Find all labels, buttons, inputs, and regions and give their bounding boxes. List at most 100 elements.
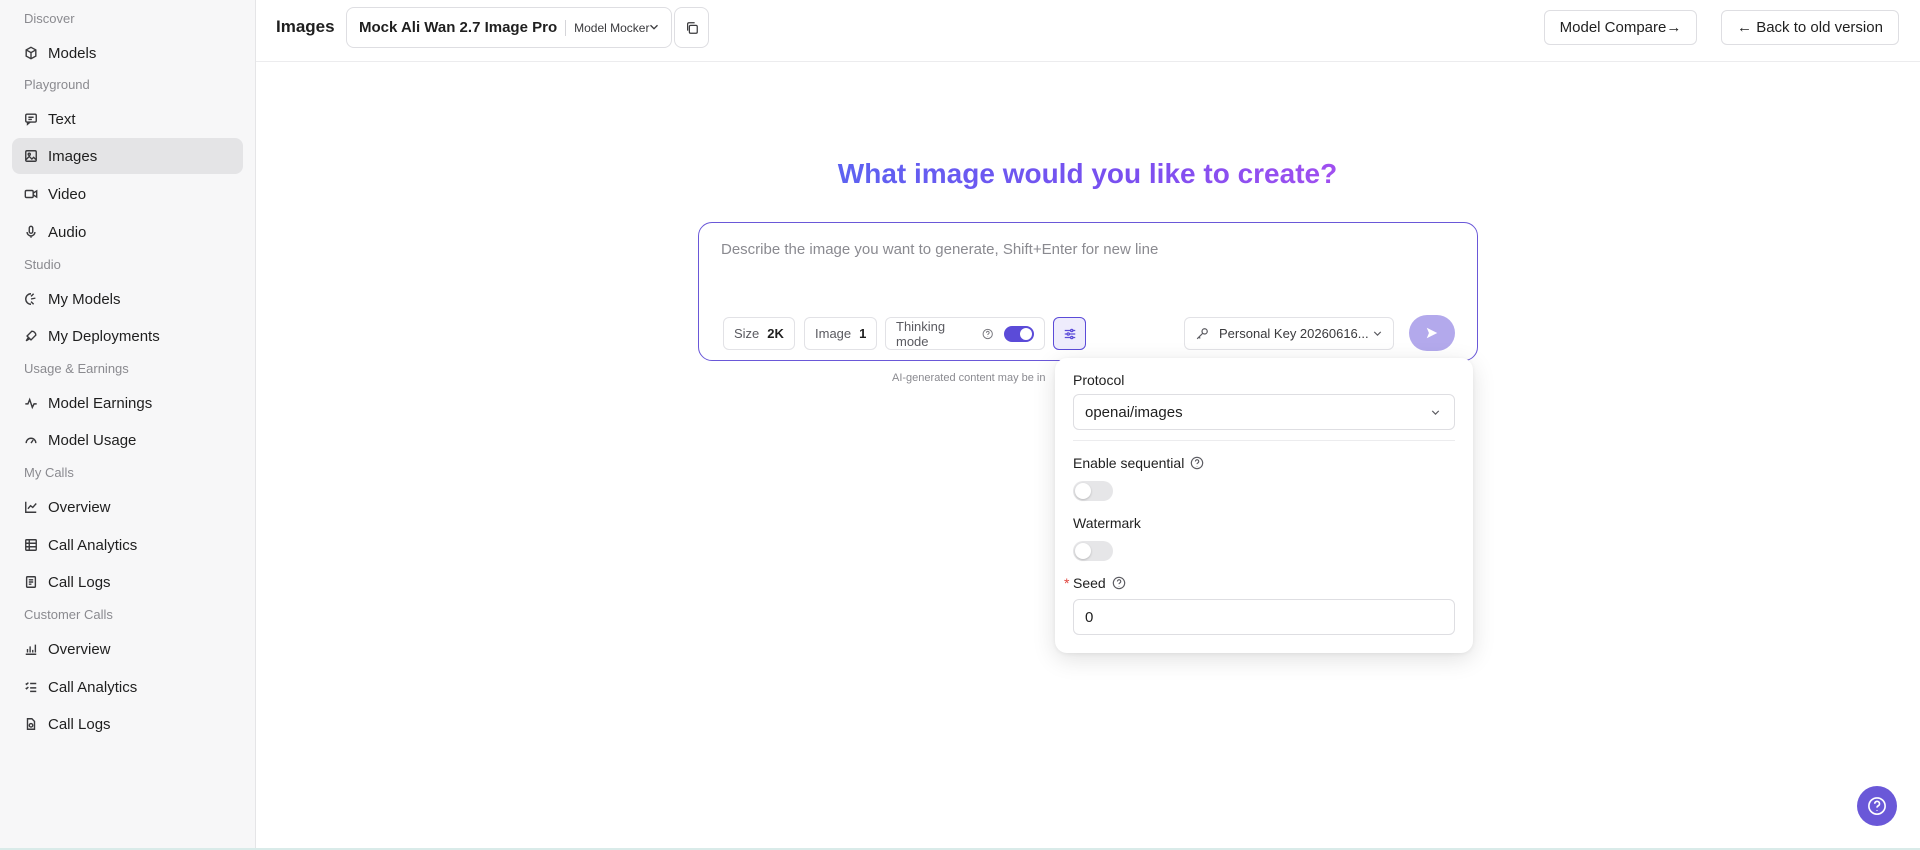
logs-icon [24, 575, 38, 589]
send-button[interactable] [1409, 315, 1455, 351]
chevron-down-icon [1373, 331, 1382, 336]
watermark-label: Watermark [1073, 515, 1141, 531]
pulse-icon [24, 396, 38, 410]
send-icon [1426, 327, 1438, 339]
sidebar-item-text[interactable]: Text [12, 101, 243, 137]
thinking-mode-label: Thinking mode [896, 318, 946, 349]
section-discover: Discover [24, 11, 75, 26]
sidebar-item-label: My Models [48, 290, 121, 308]
enable-sequential-label: Enable sequential [1073, 455, 1185, 471]
sidebar-item-customer-overview[interactable]: Overview [12, 631, 243, 667]
image-icon [24, 149, 38, 163]
watermark-toggle[interactable] [1073, 541, 1113, 561]
protocol-select[interactable]: openai/images [1073, 394, 1455, 430]
sliders-icon [1064, 328, 1075, 339]
enable-sequential-row: Enable sequential [1073, 455, 1204, 471]
hero-heading: What image would you like to create? [700, 158, 1475, 190]
table-icon [24, 538, 38, 552]
document-icon [24, 717, 38, 731]
back-to-old-version-button[interactable]: ← Back to old version [1721, 10, 1899, 45]
sidebar-item-images[interactable]: Images [12, 138, 243, 174]
api-key-label: Personal Key 20260616... [1219, 326, 1369, 341]
size-selector[interactable]: Size 2K [723, 317, 795, 350]
page-title: Images [276, 17, 335, 36]
sidebar-item-models[interactable]: Models [12, 35, 243, 71]
sidebar-item-customer-analytics[interactable]: Call Analytics [12, 669, 243, 705]
image-value: 1 [859, 326, 867, 341]
gauge-icon [24, 433, 38, 447]
sidebar-item-label: Text [48, 110, 76, 128]
help-icon[interactable] [1190, 456, 1204, 470]
advanced-settings-button[interactable] [1053, 317, 1086, 350]
help-icon [1868, 797, 1886, 815]
sidebar-item-my-calls-overview[interactable]: Overview [12, 489, 243, 525]
mic-icon [24, 225, 38, 239]
top-header: Images Mock Ali Wan 2.7 Image Pro Model … [256, 0, 1920, 62]
enable-sequential-toggle[interactable] [1073, 481, 1113, 501]
copy-button[interactable] [674, 7, 709, 48]
image-count-selector[interactable]: Image 1 [804, 317, 877, 350]
help-icon[interactable] [982, 328, 993, 340]
sidebar-item-label: Call Logs [48, 573, 111, 591]
section-playground: Playground [24, 77, 90, 92]
model-name: Mock Ali Wan 2.7 Image Pro [359, 19, 558, 36]
section-customer-calls: Customer Calls [24, 607, 113, 622]
copy-icon [686, 21, 698, 34]
sidebar-item-label: Video [48, 185, 87, 203]
sidebar-item-customer-logs[interactable]: Call Logs [12, 706, 243, 742]
sidebar-item-label: Model Earnings [48, 394, 153, 412]
key-icon [1196, 327, 1208, 339]
sidebar-item-label: Call Analytics [48, 678, 138, 696]
sidebar-item-model-earnings[interactable]: Model Earnings [12, 385, 243, 421]
sidebar-item-label: Images [48, 147, 98, 165]
video-icon [24, 187, 38, 201]
seed-label: Seed [1073, 575, 1106, 591]
size-label: Size [734, 326, 760, 341]
sidebar-item-my-calls-logs[interactable]: Call Logs [12, 564, 243, 600]
sidebar-item-my-deployments[interactable]: My Deployments [12, 318, 243, 354]
sidebar-item-my-models[interactable]: My Models [12, 281, 243, 317]
section-usage-earnings: Usage & Earnings [24, 361, 129, 376]
sidebar-item-my-calls-analytics[interactable]: Call Analytics [12, 527, 243, 563]
ai-disclaimer: AI-generated content may be in [892, 372, 1046, 384]
help-icon[interactable] [1112, 576, 1126, 590]
required-indicator: * [1064, 575, 1070, 591]
prompt-input[interactable] [721, 241, 1441, 258]
sidebar-item-model-usage[interactable]: Model Usage [12, 422, 243, 458]
sidebar-item-label: Call Analytics [48, 536, 138, 554]
section-studio: Studio [24, 257, 61, 272]
api-key-selector[interactable]: Personal Key 20260616... [1184, 317, 1394, 350]
sidebar-item-label: My Deployments [48, 327, 160, 345]
list-icon [24, 680, 38, 694]
sidebar-item-audio[interactable]: Audio [12, 214, 243, 250]
chat-icon [24, 112, 38, 126]
sidebar-item-label: Models [48, 44, 97, 62]
seed-row: * Seed [1064, 575, 1126, 591]
model-selector[interactable]: Mock Ali Wan 2.7 Image Pro Model Mocker [346, 7, 672, 48]
size-value: 2K [767, 326, 784, 341]
section-my-calls: My Calls [24, 465, 74, 480]
sidebar-item-video[interactable]: Video [12, 176, 243, 212]
sidebar-item-label: Overview [48, 498, 111, 516]
line-chart-icon [24, 500, 38, 514]
bar-chart-icon [24, 642, 38, 656]
sidebar: Discover Models Playground Text Images V… [0, 0, 256, 850]
thinking-mode-toggle[interactable] [1003, 325, 1034, 342]
model-provider: Model Mocker [574, 20, 650, 35]
sidebar-item-label: Model Usage [48, 431, 137, 449]
protocol-label: Protocol [1073, 372, 1125, 388]
chevron-down-icon [1431, 410, 1440, 415]
chevron-down-icon [650, 24, 658, 30]
model-icon [24, 292, 38, 306]
cube-icon [24, 46, 38, 60]
seed-input[interactable] [1073, 599, 1455, 635]
thinking-mode-control: Thinking mode [885, 317, 1045, 350]
protocol-value: openai/images [1085, 403, 1183, 421]
sidebar-item-label: Call Logs [48, 715, 111, 733]
help-button[interactable] [1857, 786, 1897, 826]
divider [565, 19, 567, 36]
image-label: Image [815, 326, 852, 341]
sidebar-item-label: Audio [48, 223, 87, 241]
prompt-composer: Size 2K Image 1 Thinking mode Personal K… [698, 222, 1478, 361]
model-compare-button[interactable]: Model Compare→ [1544, 10, 1697, 45]
